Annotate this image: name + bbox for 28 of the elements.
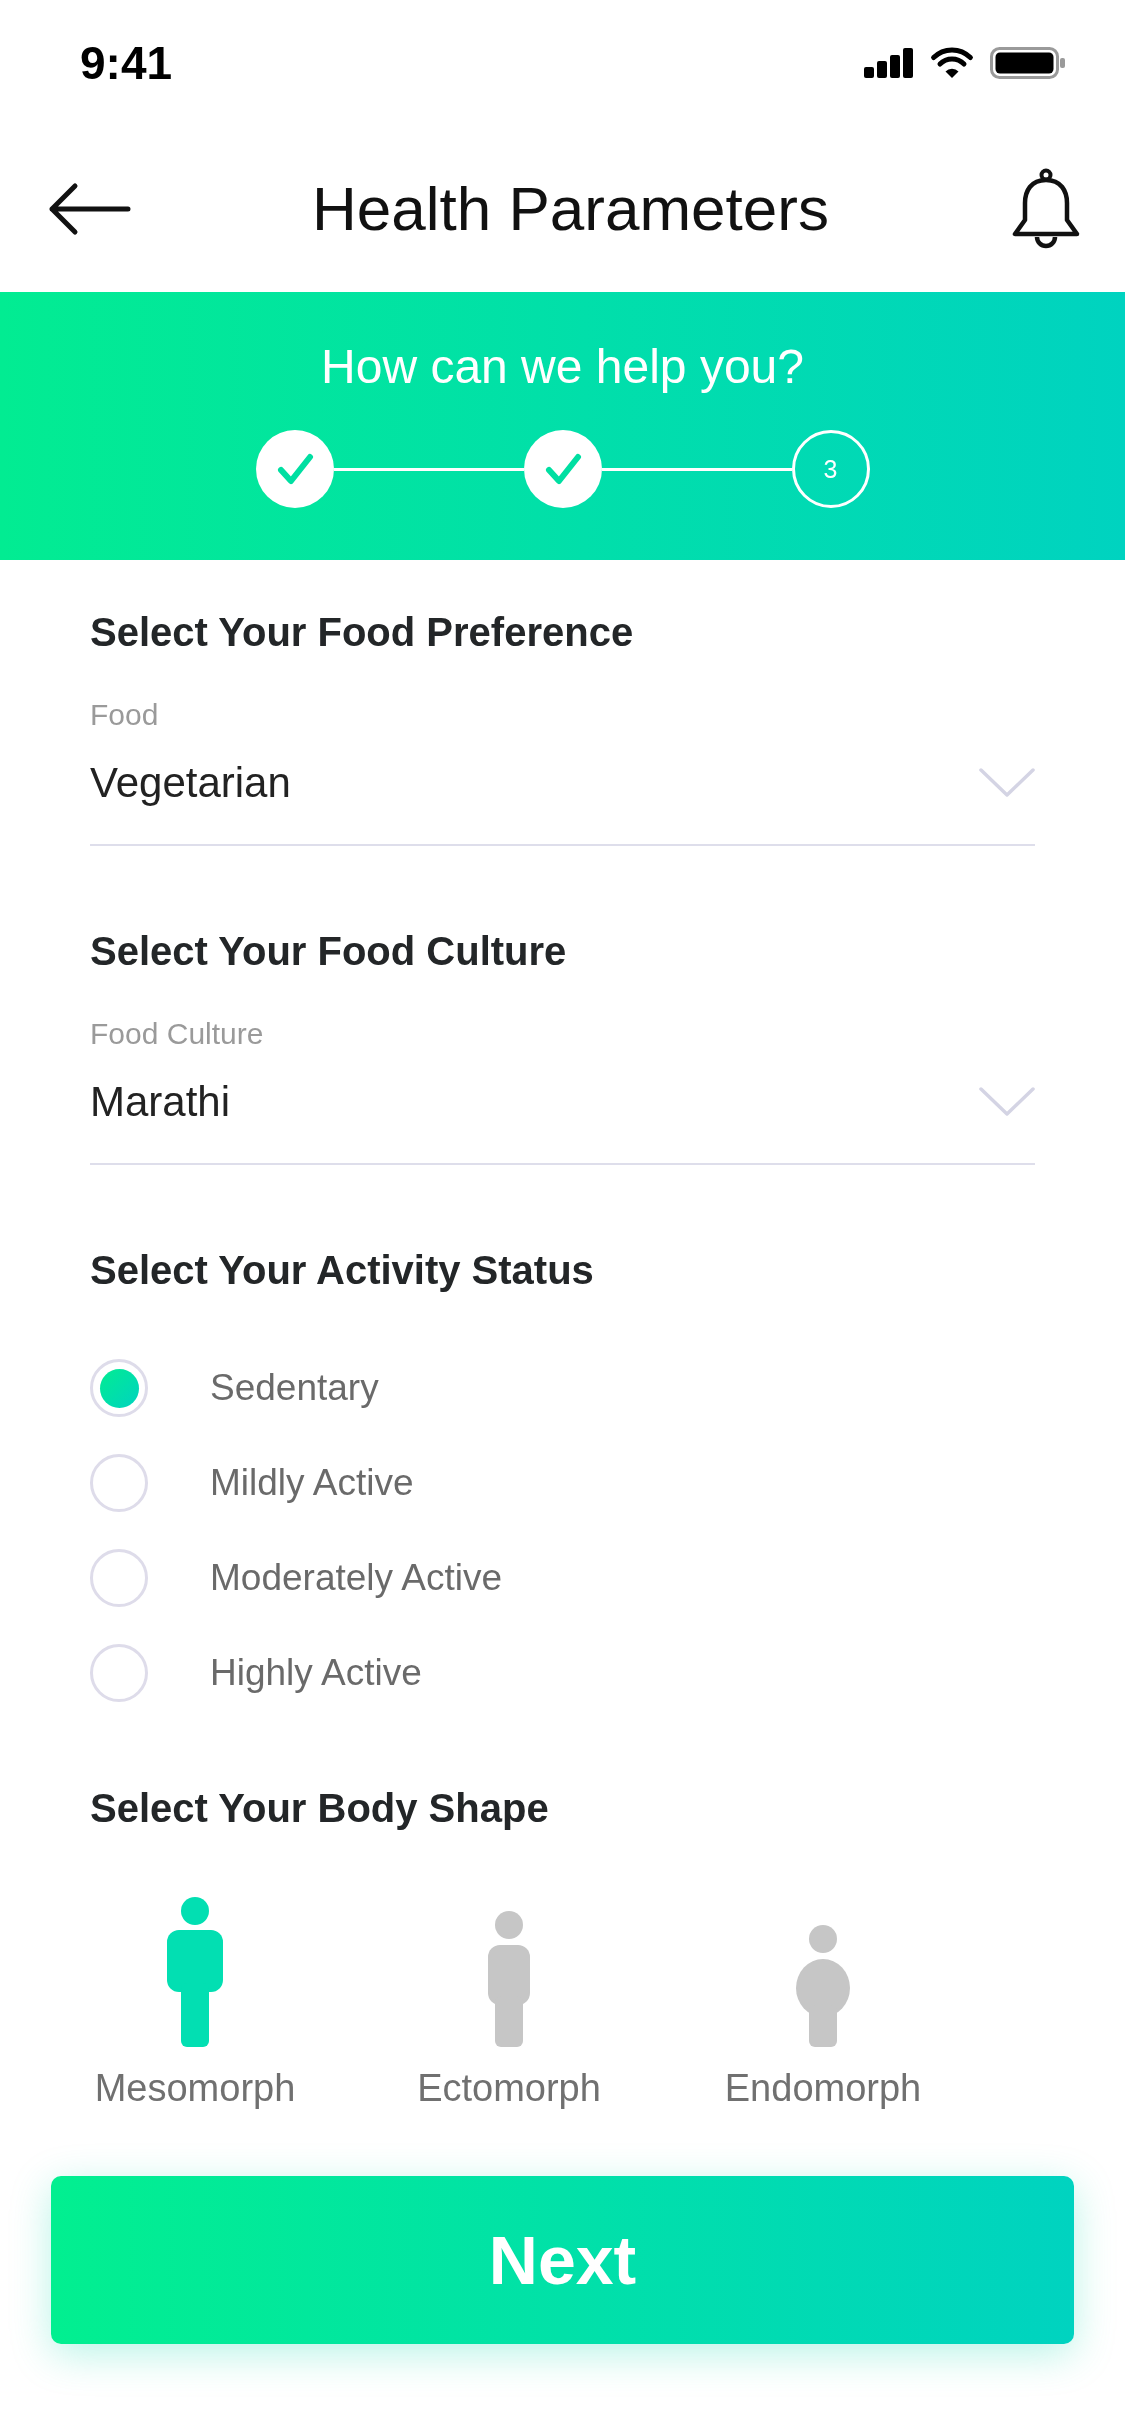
battery-icon	[990, 47, 1066, 79]
field-value: Marathi	[90, 1077, 231, 1127]
wifi-icon	[929, 47, 975, 79]
banner-title: How can we help you?	[321, 339, 804, 395]
page-title: Health Parameters	[312, 174, 829, 244]
section-heading: Select Your Food Culture	[90, 928, 567, 975]
dropdown-field[interactable]: Food Culture Marathi	[90, 1014, 1035, 1165]
body-shape-option[interactable]: Mesomorph	[90, 1897, 300, 2110]
activity-option[interactable]: Mildly Active	[90, 1453, 414, 1513]
body-shape-option[interactable]: Ectomorph	[404, 1897, 614, 2110]
chevron-down-icon	[979, 768, 1035, 798]
activity-option[interactable]: Moderately Active	[90, 1548, 503, 1608]
dropdown-field[interactable]: Food Vegetarian	[90, 695, 1035, 846]
activity-option[interactable]: Highly Active	[90, 1643, 422, 1703]
status-time: 9:41	[80, 40, 173, 86]
signal-icon	[864, 48, 914, 78]
bell-icon[interactable]	[1010, 168, 1082, 250]
section-heading: Select Your Activity Status	[90, 1247, 594, 1294]
section-heading: Select Your Food Preference	[90, 609, 634, 656]
back-arrow-icon[interactable]	[47, 182, 131, 236]
field-label: Food	[90, 697, 159, 733]
field-label: Food Culture	[90, 1016, 264, 1052]
step-indicator: 3	[791, 430, 870, 508]
chevron-down-icon	[979, 1087, 1035, 1117]
section-heading: Select Your Body Shape	[90, 1785, 549, 1832]
activity-option[interactable]: Sedentary	[90, 1358, 379, 1418]
body-shape-option[interactable]: Endomorph	[718, 1897, 928, 2110]
field-value: Vegetarian	[90, 758, 291, 808]
